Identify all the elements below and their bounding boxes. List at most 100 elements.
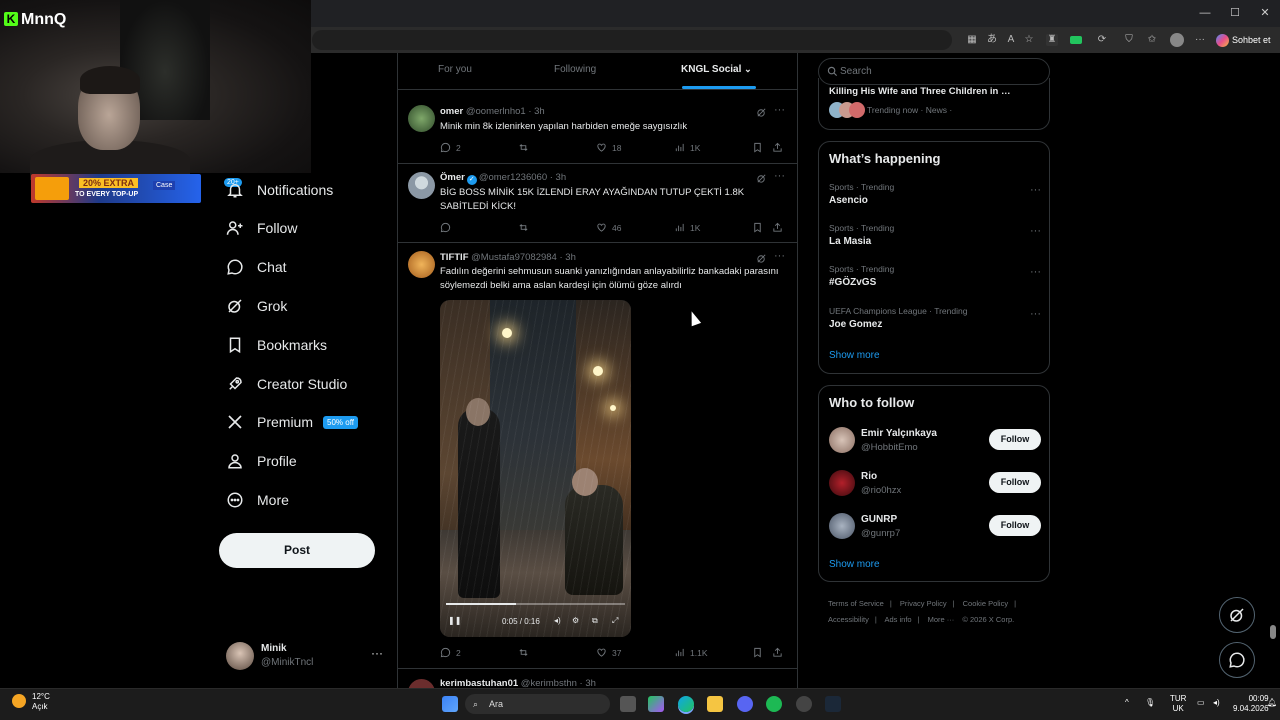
share-button[interactable] — [772, 142, 788, 153]
tweet[interactable]: Ömer ✓ @omer1236060 · 3h ··· BİG BOSS MİNİ… — [398, 164, 797, 243]
reply-button[interactable] — [440, 222, 456, 233]
copilot-chat-button[interactable]: Sohbet et — [1216, 32, 1276, 48]
tweet-more-icon[interactable]: ··· — [774, 250, 785, 262]
reply-button[interactable]: 2 — [440, 142, 461, 153]
trend-item[interactable]: Sports · Trending Asencio ··· — [829, 182, 1041, 212]
follow-button[interactable]: Follow — [989, 472, 1041, 493]
shield-extension-icon[interactable]: ⛉ — [1123, 34, 1135, 46]
avatar[interactable] — [408, 105, 435, 132]
steam-icon[interactable] — [825, 696, 841, 712]
trend-item[interactable]: Sports · Trending La Masia ··· — [829, 223, 1041, 253]
grok-explain-icon[interactable] — [756, 253, 767, 264]
tweet[interactable]: omer @oomerlnho1 · 3h ··· Minik min 8k i… — [398, 97, 797, 164]
tweet-author-name[interactable]: Ömer — [440, 172, 465, 183]
scrollbar-thumb[interactable] — [1270, 625, 1276, 639]
trend-more-icon[interactable]: ··· — [1030, 225, 1041, 237]
share-button[interactable] — [772, 222, 788, 233]
show-more-link[interactable]: Show more — [829, 350, 880, 361]
spotify-icon[interactable] — [766, 696, 782, 712]
pause-icon[interactable]: ❚❚ — [448, 616, 461, 625]
trend-more-icon[interactable]: ··· — [1030, 184, 1041, 196]
nav-more[interactable]: More — [226, 485, 289, 515]
browser-menu-icon[interactable]: ··· — [1194, 34, 1206, 46]
tweet-more-icon[interactable]: ··· — [774, 104, 785, 116]
read-aloud-icon[interactable]: A — [1005, 34, 1017, 46]
tweet-video[interactable] — [440, 300, 631, 637]
grok-explain-icon[interactable] — [756, 107, 767, 118]
grok-fab-button[interactable] — [1219, 597, 1255, 633]
cookie-link[interactable]: Cookie Policy — [963, 599, 1008, 608]
tab-following[interactable]: Following — [554, 64, 596, 75]
repost-button[interactable] — [518, 647, 534, 658]
speaker-icon[interactable]: ◂) — [1213, 698, 1220, 707]
favorites-icon[interactable]: ✩ — [1146, 34, 1158, 46]
tweet-author-name[interactable]: TIFTIF — [440, 252, 469, 263]
tweet-time[interactable]: · 3h — [528, 106, 544, 117]
post-button[interactable]: Post — [219, 533, 375, 568]
tweet-time[interactable]: · 3h — [550, 172, 566, 183]
views-button[interactable]: 1K — [674, 142, 700, 153]
grok-explain-icon[interactable] — [756, 173, 767, 184]
picture-in-picture-icon[interactable]: ⧉ — [592, 616, 598, 626]
edge-browser-icon[interactable] — [678, 696, 694, 712]
nav-bookmarks[interactable]: Bookmarks — [226, 330, 327, 360]
repost-button[interactable] — [518, 142, 534, 153]
nav-profile[interactable]: Profile — [226, 446, 297, 476]
views-button[interactable]: 1K — [674, 222, 700, 233]
trend-more-icon[interactable]: ··· — [1030, 266, 1041, 278]
ads-info-link[interactable]: Ads info — [884, 615, 911, 624]
terms-link[interactable]: Terms of Service — [828, 599, 884, 608]
follow-button[interactable]: Follow — [989, 515, 1041, 536]
app-icon[interactable] — [796, 696, 812, 712]
like-button[interactable]: 18 — [596, 142, 621, 153]
file-explorer-icon[interactable] — [707, 696, 723, 712]
maximize-button[interactable]: ☐ — [1228, 6, 1242, 20]
apps-icon[interactable]: ▦ — [966, 34, 978, 46]
copilot-app-icon[interactable] — [648, 696, 664, 712]
like-button[interactable]: 46 — [596, 222, 621, 233]
nav-grok[interactable]: Grok — [226, 291, 287, 321]
nav-chat[interactable]: Chat — [226, 252, 287, 282]
bookmark-button[interactable] — [752, 142, 768, 153]
trend-more-icon[interactable]: ··· — [1030, 308, 1041, 320]
reply-button[interactable]: 2 — [440, 647, 461, 658]
accessibility-link[interactable]: Accessibility — [828, 615, 869, 624]
top-trend-title[interactable]: Killing His Wife and Three Children in … — [829, 86, 1010, 97]
clock[interactable]: 00:09 9.04.2026 — [1233, 694, 1269, 714]
trend-item[interactable]: Sports · Trending #GÖZvGS ··· — [829, 264, 1041, 294]
trend-item[interactable]: UEFA Champions League · Trending Joe Gom… — [829, 306, 1041, 336]
tweet[interactable]: kerimbastuhan01 @kerimbsthn · 3h — [398, 669, 797, 706]
chevron-down-icon[interactable]: ⌄ — [744, 64, 752, 74]
tweet-author-handle[interactable]: @oomerlnho1 — [466, 106, 526, 117]
battery-extension-icon[interactable] — [1070, 36, 1082, 44]
nav-creator-studio[interactable]: Creator Studio — [226, 369, 347, 399]
nav-premium[interactable]: Premium 50% off — [226, 407, 358, 437]
task-view-icon[interactable] — [620, 696, 636, 712]
tweet-author-handle[interactable]: @omer1236060 — [479, 172, 547, 183]
notifications-bell-icon[interactable]: 🔔︎ — [1267, 698, 1277, 707]
translate-icon[interactable]: あ — [986, 34, 998, 46]
show-more-link[interactable]: Show more — [829, 559, 880, 570]
tweet-author-handle[interactable]: @Mustafa97082984 — [471, 252, 557, 263]
address-bar[interactable] — [312, 30, 952, 50]
fullscreen-icon[interactable]: ⤢ — [612, 616, 618, 626]
chat-fab-button[interactable] — [1219, 642, 1255, 678]
network-icon[interactable]: ▭ — [1197, 698, 1205, 707]
account-switcher[interactable]: Minik @MinikTncl ··· — [226, 640, 386, 672]
settings-gear-icon[interactable]: ⚙ — [572, 616, 579, 625]
avatar[interactable] — [408, 172, 435, 199]
discord-icon[interactable] — [737, 696, 753, 712]
favorite-star-icon[interactable]: ☆ — [1023, 34, 1035, 46]
views-button[interactable]: 1.1K — [674, 647, 708, 658]
top-trend-card[interactable]: Killing His Wife and Three Children in …… — [818, 78, 1050, 130]
language-switcher[interactable]: TUR UK — [1170, 694, 1186, 714]
avatar[interactable] — [829, 470, 855, 496]
tab-kngl-social[interactable]: KNGL Social ⌄ — [681, 64, 752, 75]
refresh-extension-icon[interactable]: ⟳ — [1096, 34, 1108, 46]
tab-for-you[interactable]: For you — [438, 64, 472, 75]
tweet-author-name[interactable]: omer — [440, 106, 463, 117]
follow-button[interactable]: Follow — [989, 429, 1041, 450]
volume-icon[interactable]: ◂) — [554, 616, 561, 625]
nav-notifications[interactable]: Notifications — [226, 175, 333, 205]
share-button[interactable] — [772, 647, 788, 658]
